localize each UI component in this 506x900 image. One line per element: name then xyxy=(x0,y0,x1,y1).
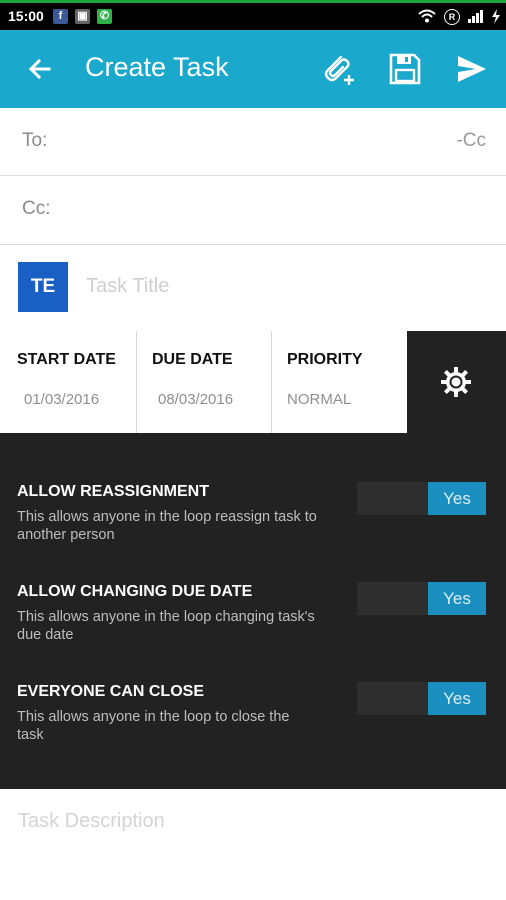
start-date-value: 01/03/2016 xyxy=(24,391,100,408)
to-label: To: xyxy=(22,130,48,151)
to-row[interactable]: To: -Cc xyxy=(0,108,506,176)
arrow-back-icon xyxy=(28,58,51,80)
attach-button[interactable] xyxy=(316,48,360,90)
task-description-input[interactable] xyxy=(18,810,478,833)
send-icon xyxy=(458,56,486,82)
task-title-input[interactable] xyxy=(86,275,466,298)
cc-label: Cc: xyxy=(22,198,51,219)
status-bar: 15:00 f ▣ ✆ R xyxy=(0,0,506,30)
toggle-yes-label: Yes xyxy=(428,682,486,715)
toggle-reassignment[interactable]: Yes xyxy=(357,482,486,515)
page-title: Create Task xyxy=(85,52,229,82)
cc-row[interactable]: Cc: xyxy=(0,176,506,245)
gear-icon[interactable] xyxy=(440,366,472,398)
priority-label: PRIORITY xyxy=(287,351,363,368)
due-date-label: DUE DATE xyxy=(152,351,233,368)
save-button[interactable] xyxy=(383,48,427,90)
setting-title-everyone-close: EVERYONE CAN CLOSE xyxy=(17,683,204,700)
setting-desc-everyone-close: This allows anyone in the loop to close … xyxy=(17,709,290,743)
back-button[interactable] xyxy=(18,48,62,90)
send-button[interactable] xyxy=(450,48,494,90)
priority-cell[interactable]: PRIORITY NORMAL xyxy=(272,331,407,433)
start-date-label: START DATE xyxy=(17,351,116,368)
toggle-everyone-close[interactable]: Yes xyxy=(357,682,486,715)
setting-desc-reassignment: This allows anyone in the loop reassign … xyxy=(17,509,317,543)
due-date-cell[interactable]: DUE DATE 08/03/2016 xyxy=(137,331,271,433)
toggle-yes-label: Yes xyxy=(428,482,486,515)
toggle-change-due-date[interactable]: Yes xyxy=(357,582,486,615)
task-title-row: TE xyxy=(0,245,506,331)
status-time: 15:00 xyxy=(8,8,44,24)
avatar: TE xyxy=(18,262,68,312)
cc-toggle-link[interactable]: -Cc xyxy=(456,130,486,152)
attachment-add-icon xyxy=(324,55,354,85)
priority-value: NORMAL xyxy=(287,391,352,408)
app-bar: Create Task xyxy=(0,30,506,108)
setting-desc-change-due-date: This allows anyone in the loop changing … xyxy=(17,609,315,643)
r-icon: R xyxy=(444,9,460,25)
start-date-cell[interactable]: START DATE 01/03/2016 xyxy=(0,331,136,433)
setting-title-change-due-date: ALLOW CHANGING DUE DATE xyxy=(17,583,253,600)
wifi-icon xyxy=(418,9,436,23)
signal-icon xyxy=(468,10,483,23)
gallery-icon: ▣ xyxy=(75,9,90,24)
setting-title-reassignment: ALLOW REASSIGNMENT xyxy=(17,483,209,500)
toggle-yes-label: Yes xyxy=(428,582,486,615)
facebook-icon: f xyxy=(53,9,68,24)
save-icon xyxy=(389,53,421,85)
charging-icon xyxy=(492,9,500,24)
due-date-value: 08/03/2016 xyxy=(158,391,234,408)
whatsapp-icon: ✆ xyxy=(97,9,112,24)
